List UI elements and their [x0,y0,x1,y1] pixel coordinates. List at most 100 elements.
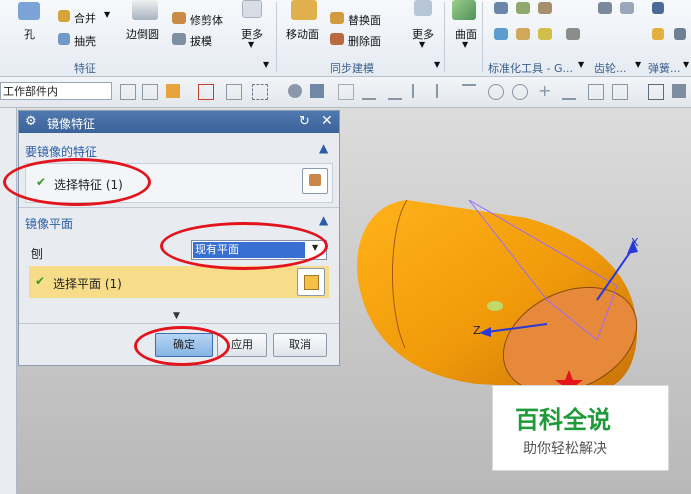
box-select-icon[interactable] [252,84,268,100]
trim-body-button[interactable]: 修剪体 [190,12,223,28]
group-std-expand-icon[interactable]: ▼ [578,60,584,69]
snap-icon-6[interactable] [612,84,628,100]
snap-icon-3[interactable] [226,84,242,100]
ribbon-divider [276,2,277,72]
std-tool-icon-2[interactable] [516,2,530,14]
more-options-icon[interactable]: ▼ [173,311,180,321]
hole-button[interactable]: 孔 [24,26,35,42]
section-divider [19,207,339,208]
select-feature-button[interactable] [302,168,328,194]
highlight-ok-button [134,326,230,366]
edge-blend-icon [132,0,158,20]
merge-icon [58,10,70,22]
resource-bar [0,108,17,494]
collapse-plane-icon[interactable]: ▲ [319,213,328,227]
more-sync-dropdown-icon[interactable]: ▼ [419,40,425,49]
tangent-icon[interactable] [436,84,452,98]
replace-face-icon [330,12,344,24]
cursor-icon[interactable] [198,84,214,100]
group-std-label: 标准化工具 - G... [488,62,573,75]
section-divider [19,323,339,324]
draft-button[interactable]: 拔模 [190,33,212,49]
replace-face-button[interactable]: 替换面 [348,12,381,28]
std-tool-icon-7[interactable] [566,28,580,40]
group-feature-label: 特征 [74,62,96,75]
mirror-plane-section-title[interactable]: 镜像平面 [25,215,73,232]
selection-scope-dropdown[interactable]: 工作部件内 [0,82,112,100]
select-plane-row[interactable]: ✔ 选择平面 (1) [29,266,329,298]
select-plane-button[interactable] [297,268,325,296]
snap-icon-5[interactable] [588,84,604,100]
watermark-title: 百科全说 [515,406,611,434]
group-sync-expand-icon[interactable]: ▼ [434,60,440,69]
reset-icon[interactable]: ↻ [299,114,310,129]
collapse-features-icon[interactable]: ▲ [319,141,328,155]
std-tool-icon-6[interactable] [538,28,552,40]
spring-tool-icon-3[interactable] [674,28,686,40]
feature-select-icon [309,174,321,186]
std-tool-icon-1[interactable] [494,2,508,14]
view-icon-2[interactable] [672,84,686,98]
check-icon: ✔ [35,274,46,288]
snap-icon-2[interactable] [142,84,158,100]
curve-icon[interactable] [412,84,428,98]
dialog-title-bar: ⚙ 镜像特征 ↻ ✕ [19,111,339,133]
circle-icon[interactable] [512,84,528,100]
watermark-subtitle: 助你轻松解决 [523,441,607,457]
std-tool-icon-3[interactable] [538,2,552,14]
select-plane-label: 选择平面 (1) [53,277,122,291]
trim-body-icon [172,12,186,24]
group-feature-expand-icon[interactable]: ▼ [263,60,269,69]
merge-dropdown-icon[interactable]: ▼ [104,10,110,19]
line-icon-2[interactable] [388,84,402,100]
shell-icon [58,33,70,45]
plane-type-label: 刨 [31,247,44,261]
close-icon[interactable]: ✕ [321,113,333,129]
group-spring-label: 弹簧... [648,62,681,75]
line-icon-1[interactable] [362,84,376,100]
gear-tool-icon-1[interactable] [598,2,612,14]
move-face-button[interactable]: 移动面 [286,26,319,42]
more-features-dropdown-icon[interactable]: ▼ [248,40,254,49]
cancel-button[interactable]: 取消 [273,333,327,357]
delete-face-icon [330,33,344,45]
dialog-title: 镜像特征 [47,117,96,131]
snap-icon-1[interactable] [120,84,136,100]
selection-toolbar: 工作部件内 + [0,77,691,108]
z-axis-label: Z [473,324,481,337]
delete-face-button[interactable]: 删除面 [348,33,381,49]
circle-center-icon[interactable] [488,84,504,100]
watermark: 百科全说 助你轻松解决 [492,385,669,471]
merge-button[interactable]: 合并 [74,10,96,26]
gear-icon: ⚙ [25,114,37,129]
ribbon-divider [482,2,483,72]
move-face-icon [291,0,317,20]
group-gear-expand-icon[interactable]: ▼ [635,60,641,69]
shape-icon-1[interactable] [288,84,302,98]
shell-button[interactable]: 抽壳 [74,33,96,49]
surface-dropdown-icon[interactable]: ▼ [462,40,468,49]
line-icon-3[interactable] [562,84,576,100]
std-tool-icon-5[interactable] [516,28,530,40]
highlight-select-feature [3,158,151,206]
spring-tool-icon-2[interactable] [652,28,664,40]
plus-icon[interactable]: + [538,83,552,99]
spring-tool-icon-1[interactable] [652,2,664,14]
view-icon-1[interactable] [648,84,664,100]
snap-icon-4[interactable] [338,84,354,100]
normal-icon[interactable] [462,84,476,100]
highlight-plane-type [160,222,328,270]
group-spring-expand-icon[interactable]: ▼ [683,60,689,69]
std-tool-icon-4[interactable] [494,28,508,40]
more-features-icon [242,0,262,18]
ribbon: 孔 合并 ▼ 抽壳 边倒圆 修剪体 拔模 更多 ▼ 特征 ▼ 移动面 替换面 删… [0,0,691,77]
gear-tool-icon-2[interactable] [620,2,634,14]
shape-icon-2[interactable] [310,84,324,98]
x-axis-label: X [631,236,639,249]
edge-blend-button[interactable]: 边倒圆 [126,26,159,42]
point-snap-icon[interactable] [166,84,180,98]
group-sync-label: 同步建模 [330,62,374,75]
group-gear-label: 齿轮... [594,62,627,75]
surface-icon [452,0,476,20]
more-sync-icon [414,0,432,16]
